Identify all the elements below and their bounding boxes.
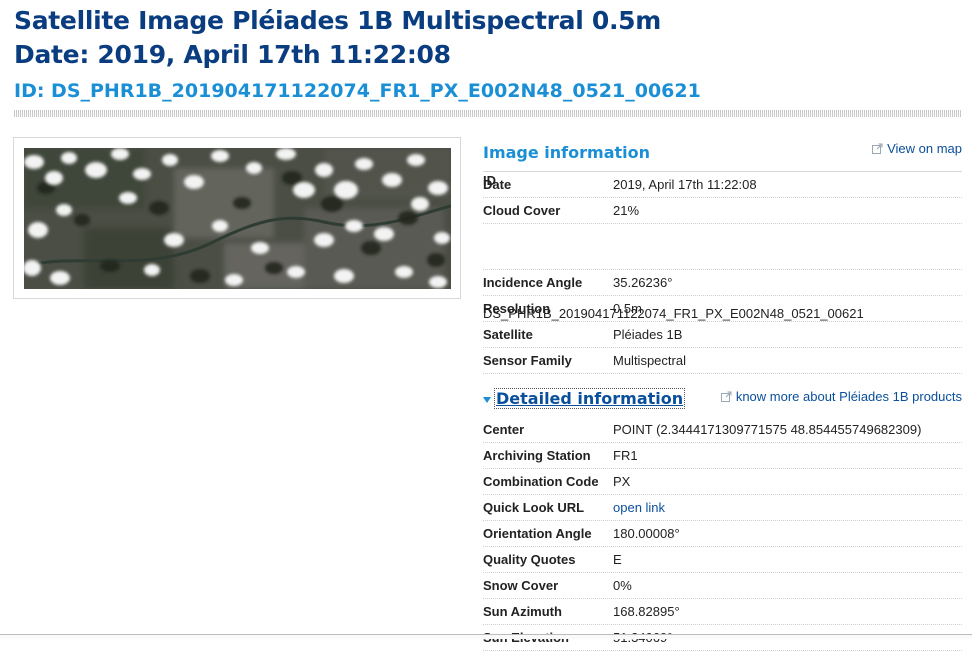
row-value: FR1 <box>613 448 638 463</box>
image-info-header: Image information View on map <box>483 137 962 172</box>
detail-row-snow-cover: Snow Cover 0% <box>483 573 962 599</box>
page-header: Satellite Image Pléiades 1B Multispectra… <box>14 4 964 104</box>
caret-down-icon[interactable] <box>483 397 491 403</box>
detail-row-combination-code: Combination Code PX <box>483 469 962 495</box>
image-info-panel: Image information View on map Date 2019,… <box>483 137 962 651</box>
row-label: Satellite <box>483 327 533 342</box>
external-link-icon <box>720 391 732 402</box>
row-value: Pléiades 1B <box>613 327 683 342</box>
acquisition-date-heading: Date: 2019, April 17th 11:22:08 <box>14 40 451 69</box>
detail-row-orientation-angle: Orientation Angle 180.00008° <box>483 521 962 547</box>
row-value: POINT (2.3444171309771575 48.85445574968… <box>613 422 922 437</box>
page-title: Satellite Image Pléiades 1B Multispectra… <box>14 6 662 35</box>
info-row-sensor-family: Sensor Family Multispectral <box>483 348 962 374</box>
page-bottom-edge <box>0 634 972 639</box>
row-label: Center <box>483 422 525 437</box>
row-value: 180.00008° <box>613 526 680 541</box>
row-value: 0% <box>613 578 632 593</box>
row-label: Quick Look URL <box>483 500 585 515</box>
detail-row-sun-azimuth: Sun Azimuth 168.82895° <box>483 599 962 625</box>
row-value: 168.82895° <box>613 604 680 619</box>
row-value: 21% <box>613 203 640 218</box>
info-row-satellite: Satellite Pléiades 1B <box>483 322 962 348</box>
row-value: 0.5m <box>613 301 642 316</box>
image-id-heading: ID: DS_PHR1B_201904171122074_FR1_PX_E002… <box>14 80 701 102</box>
row-label: Resolution <box>483 301 551 316</box>
satellite-thumbnail[interactable] <box>24 148 451 289</box>
image-info-title: Image information <box>483 143 650 162</box>
row-label: Quality Quotes <box>483 552 576 567</box>
row-label: Incidence Angle <box>483 275 583 290</box>
external-link-icon <box>872 143 883 154</box>
detailed-info-toggle[interactable]: Detailed information <box>493 388 686 409</box>
row-value: 35.26236° <box>613 275 673 290</box>
satellite-thumbnail-frame <box>13 137 461 299</box>
know-more-label[interactable]: know more about Pléiades 1B products <box>736 389 962 404</box>
view-on-map-link[interactable]: View on map <box>872 141 962 156</box>
row-label: Archiving Station <box>483 448 591 463</box>
row-value: E <box>613 552 622 567</box>
detail-row-quick-look-url: Quick Look URL open link <box>483 495 962 521</box>
row-label: Combination Code <box>483 474 599 489</box>
detail-row-archiving-station: Archiving Station FR1 <box>483 443 962 469</box>
row-label: Sensor Family <box>483 353 572 368</box>
view-on-map-label[interactable]: View on map <box>887 141 962 156</box>
row-value: 2019, April 17th 11:22:08 <box>613 177 757 192</box>
know-more-link[interactable]: know more about Pléiades 1B products <box>720 389 962 404</box>
detailed-info-header: Detailed information know more about Plé… <box>483 386 962 417</box>
row-label: Sun Azimuth <box>483 604 562 619</box>
info-row-id: ID DS_PHR1B_201904171122074_FR1_PX_E002N… <box>483 173 962 321</box>
open-link[interactable]: open link <box>613 500 665 515</box>
detail-row-center: Center POINT (2.3444171309771575 48.8544… <box>483 417 962 443</box>
hatched-divider <box>14 110 962 117</box>
row-label: Snow Cover <box>483 578 559 593</box>
row-value: PX <box>613 474 631 489</box>
row-label: Orientation Angle <box>483 526 592 541</box>
row-value: Multispectral <box>613 353 686 368</box>
detail-row-quality-quotes: Quality Quotes E <box>483 547 962 573</box>
